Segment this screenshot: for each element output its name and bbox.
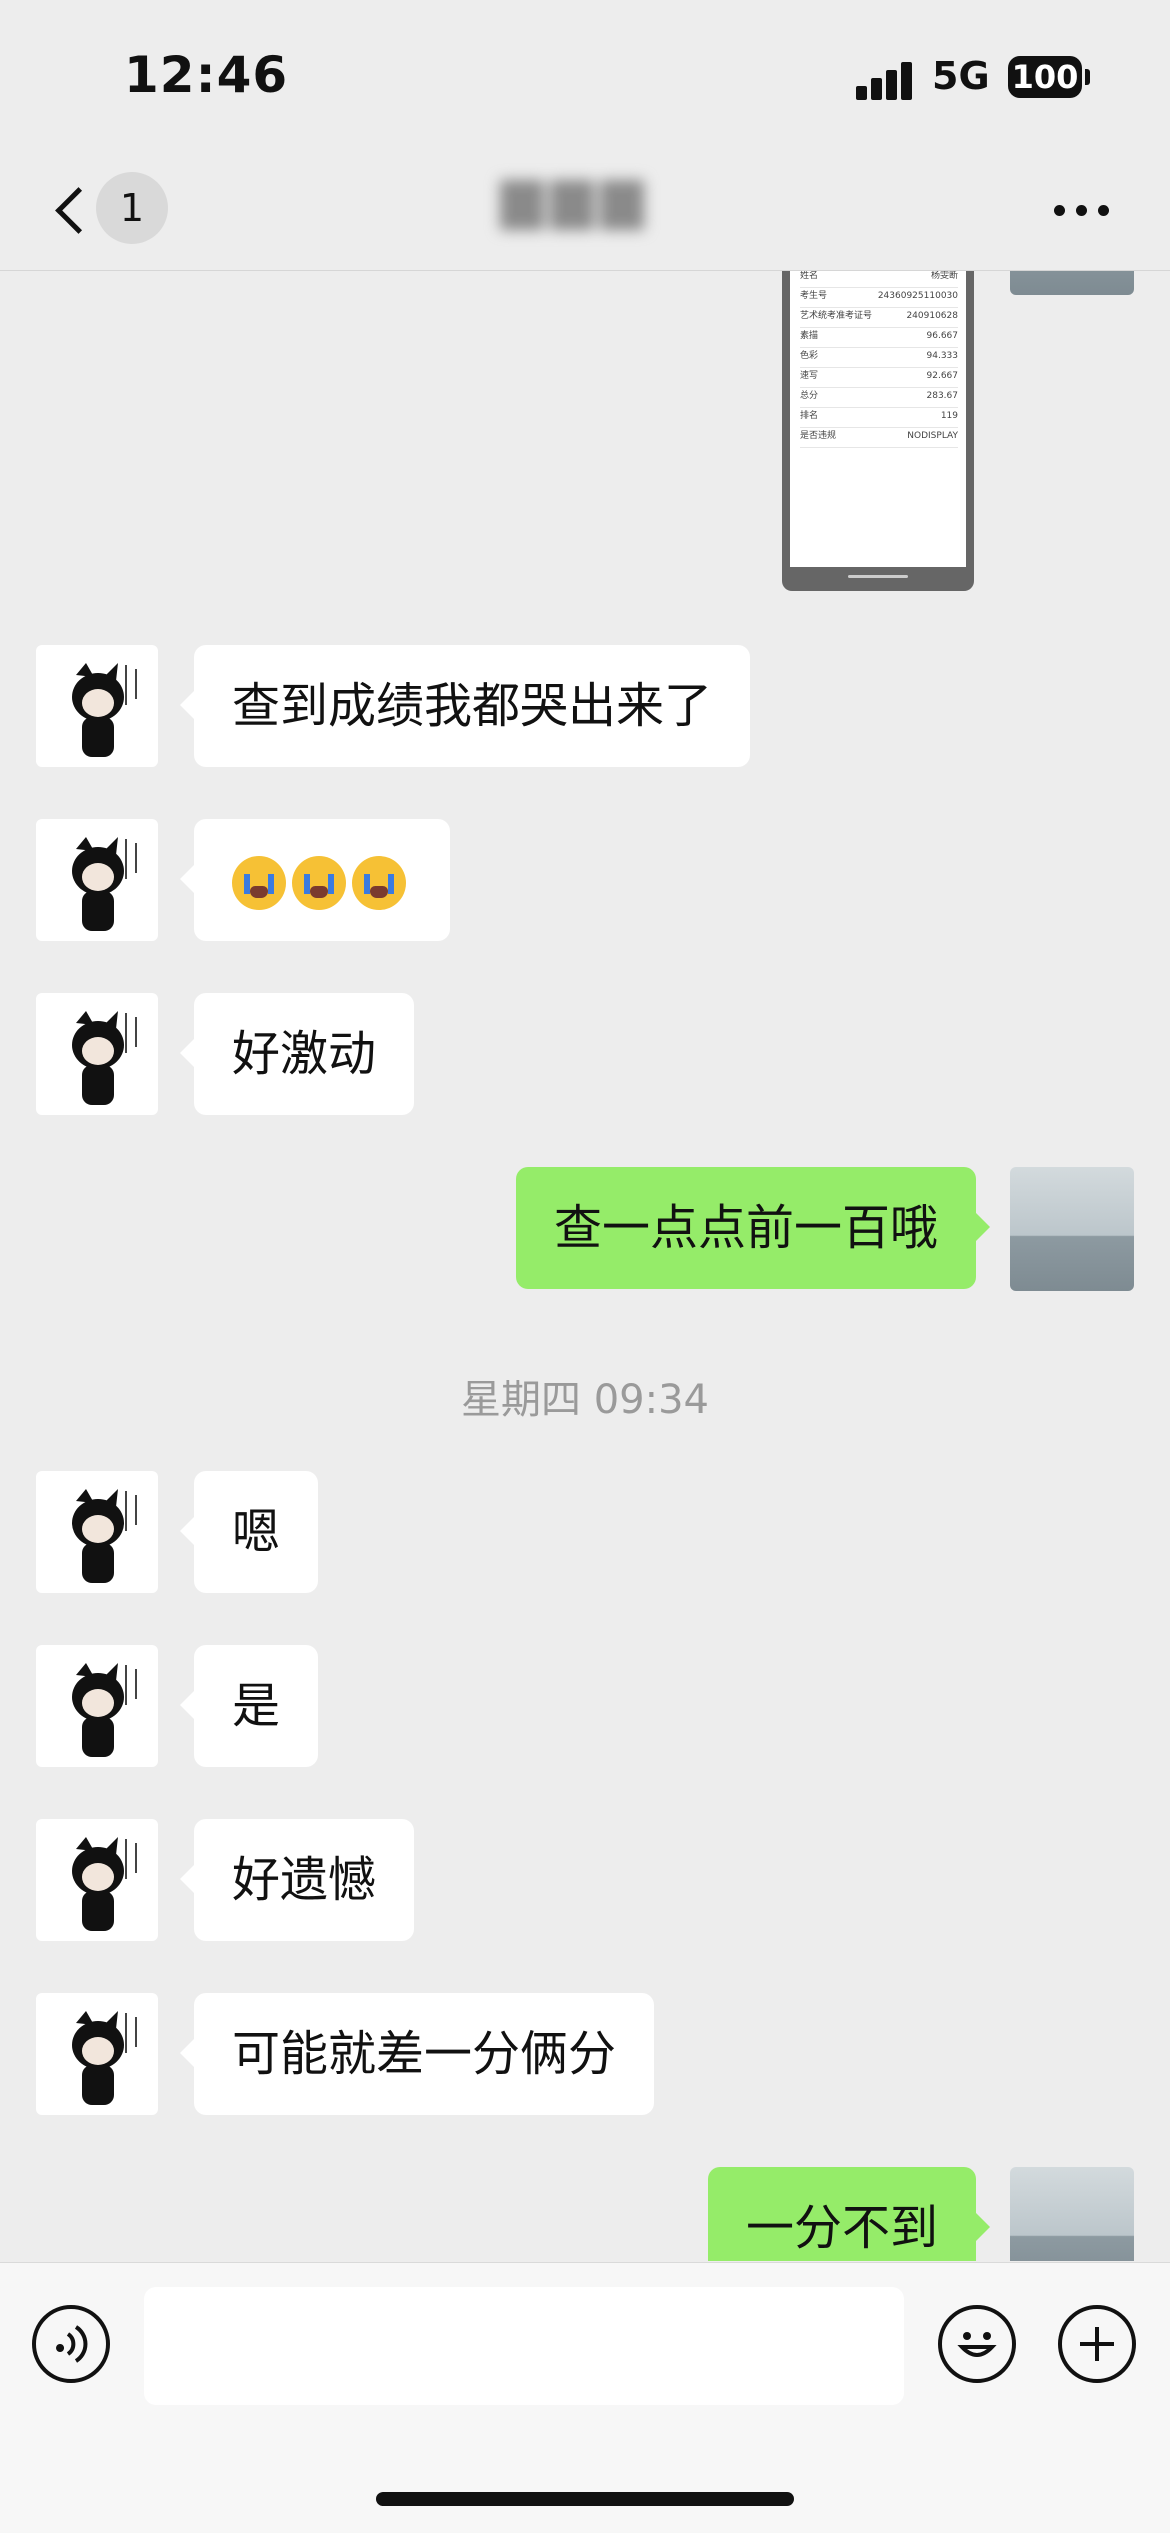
message-bubble-incoming[interactable]: 好激动 (179, 993, 415, 1115)
contact-avatar[interactable] (36, 1993, 158, 2115)
contact-name-blurred (500, 180, 660, 236)
contact-avatar[interactable] (36, 645, 158, 767)
more-icon[interactable] (1054, 202, 1114, 218)
score-row: 色彩 94.333 (800, 347, 958, 368)
score-row: 总分 283.67 (800, 387, 958, 408)
score-row: 速写 92.667 (800, 367, 958, 388)
battery-tip (1085, 69, 1090, 85)
message-input[interactable] (144, 2287, 904, 2405)
emoji-icon[interactable] (938, 2305, 1016, 2383)
status-bar: 12:46 5G 100 (0, 0, 1170, 150)
message-bubble-incoming[interactable]: 嗯 (179, 1471, 319, 1593)
network-type: 5G (932, 54, 990, 98)
screenshot-home-line (848, 575, 908, 578)
score-row: 姓名 杨雯断 (800, 271, 958, 288)
loudly-crying-emoji-icon (352, 856, 406, 910)
back-icon[interactable] (52, 182, 92, 238)
score-row: 是否违规 NODISPLAY (800, 427, 958, 448)
loudly-crying-emoji-icon (292, 856, 346, 910)
battery-icon: 100 (1008, 56, 1082, 98)
status-time: 12:46 (124, 46, 289, 104)
chat-nav-bar: 1 (0, 150, 1170, 271)
my-avatar[interactable] (1010, 271, 1134, 295)
signal-icon (856, 60, 916, 100)
contact-avatar[interactable] (36, 1819, 158, 1941)
score-row: 艺术统考准考证号 240910628 (800, 307, 958, 328)
contact-avatar[interactable] (36, 1471, 158, 1593)
contact-avatar[interactable] (36, 1645, 158, 1767)
message-bubble-outgoing[interactable]: 一分不到 (707, 2167, 991, 2261)
message-timestamp: 星期四 09:34 (461, 1377, 709, 1423)
unread-count-badge[interactable]: 1 (96, 172, 168, 244)
message-bubble-incoming[interactable]: 查到成绩我都哭出来了 (179, 645, 751, 767)
contact-avatar[interactable] (36, 993, 158, 1115)
message-bubble-incoming[interactable]: 是 (179, 1645, 319, 1767)
message-bubble-incoming[interactable] (180, 819, 450, 941)
my-avatar[interactable] (1010, 1167, 1134, 1291)
contact-avatar[interactable] (36, 819, 158, 941)
score-row: 素描 96.667 (800, 327, 958, 348)
message-bubble-outgoing[interactable]: 查一点点前一百哦 (515, 1167, 991, 1289)
plus-icon[interactable] (1058, 2305, 1136, 2383)
my-avatar[interactable] (1010, 2167, 1134, 2261)
message-bubble-incoming[interactable]: 可能就差一分俩分 (179, 1993, 655, 2115)
home-indicator (376, 2492, 794, 2506)
message-bubble-incoming[interactable]: 好遗憾 (179, 1819, 415, 1941)
score-screenshot-image[interactable]: 姓名 杨雯断 考生号 24360925110030 艺术统考准考证号 24091062… (782, 271, 974, 591)
voice-input-icon[interactable] (32, 2305, 110, 2383)
score-row: 排名 119 (800, 407, 958, 428)
loudly-crying-emoji-icon (232, 856, 286, 910)
score-screenshot-screen: 姓名 杨雯断 考生号 24360925110030 艺术统考准考证号 24091062… (790, 271, 966, 567)
score-row: 考生号 24360925110030 (800, 287, 958, 308)
message-list[interactable]: 姓名 杨雯断 考生号 24360925110030 艺术统考准考证号 24091062… (0, 271, 1170, 2261)
